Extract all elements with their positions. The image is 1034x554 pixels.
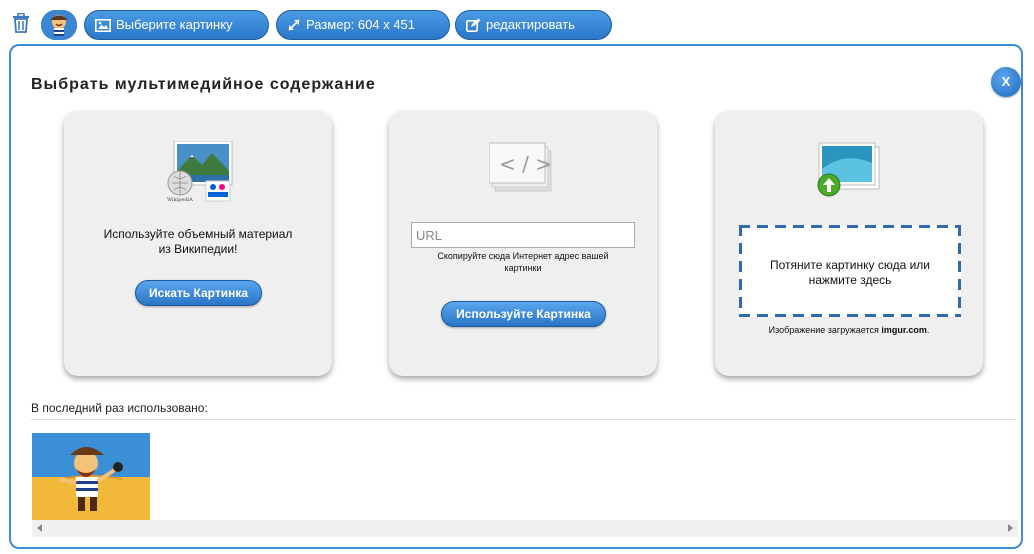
size-button[interactable]: Размер: 604 x 451: [276, 10, 450, 40]
size-label: Размер: 604 x 451: [306, 17, 416, 32]
drop-zone-text-line2: нажмите здесь: [808, 273, 892, 287]
current-image-thumbnail[interactable]: [41, 10, 77, 40]
picture-icon: [95, 18, 111, 32]
search-image-button[interactable]: Искать Картинка: [135, 280, 262, 306]
choose-image-label: Выберите картинку: [116, 17, 233, 32]
media-picker-dialog: Выбрать мультимедийное содержание X Wiki…: [9, 44, 1023, 549]
close-button[interactable]: X: [991, 67, 1021, 97]
url-input[interactable]: [411, 222, 635, 248]
choose-image-button[interactable]: Выберите картинку: [84, 10, 269, 40]
svg-text:WikipediA: WikipediA: [167, 197, 193, 203]
dialog-title: Выбрать мультимедийное содержание: [31, 76, 376, 93]
image-toolbar: Выберите картинку Размер: 604 x 451 реда…: [0, 0, 1034, 44]
wikipedia-flickr-icon: WikipediA: [167, 141, 233, 203]
upload-host-note: Изображение загружается imgur.com.: [715, 325, 983, 335]
wikipedia-description-line1: Используйте объемный материал: [103, 227, 293, 241]
upload-image-icon: [817, 142, 880, 197]
recently-used-label: В последний раз использовано:: [31, 401, 208, 415]
edit-button[interactable]: редактировать: [455, 10, 612, 40]
upload-image-card: Потяните картинку сюда или нажмите здесь…: [715, 111, 983, 376]
resize-arrows-icon: [288, 19, 300, 31]
recent-image-thumbnail[interactable]: [32, 433, 150, 520]
url-image-card: < / > Скопируйте сюда Интернет адрес ваш…: [389, 111, 657, 376]
use-image-button[interactable]: Используйте Картинка: [441, 301, 606, 327]
wikipedia-description-line2: из Википедии!: [158, 242, 238, 256]
url-hint-line2: картинки: [504, 263, 542, 273]
scroll-left-icon[interactable]: [37, 524, 42, 532]
divider: [31, 419, 1017, 420]
edit-icon: [466, 18, 481, 32]
upload-note-suffix: .: [926, 325, 930, 335]
horizontal-scrollbar[interactable]: [32, 520, 1018, 537]
url-hint-line1: Скопируйте сюда Интернет адрес вашей: [437, 251, 609, 261]
pirate-thumbnail-icon: [41, 10, 77, 40]
trash-icon[interactable]: [12, 13, 30, 33]
pirate-image-icon: [32, 433, 150, 520]
image-drop-zone[interactable]: Потяните картинку сюда или нажмите здесь: [739, 225, 961, 317]
edit-label: редактировать: [486, 17, 575, 32]
upload-note-host: imgur.com: [881, 325, 927, 335]
svg-text:< / >: < / >: [499, 152, 552, 176]
scroll-right-icon[interactable]: [1008, 524, 1013, 532]
code-page-icon: < / >: [489, 142, 552, 192]
drop-zone-text-line1: Потяните картинку сюда или: [769, 258, 931, 272]
wikipedia-search-card: WikipediA Используйте объемный материал …: [64, 111, 332, 376]
upload-note-prefix: Изображение загружается: [768, 325, 882, 335]
